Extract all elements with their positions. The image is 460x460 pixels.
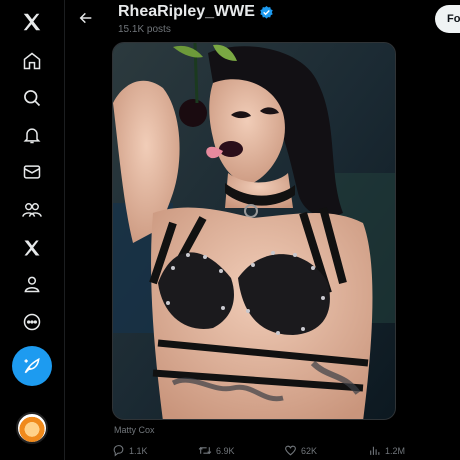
reply-count: 1.1K <box>129 445 148 456</box>
app-window: RheaRipley_WWE 15.1K posts Follow <box>0 0 460 460</box>
verified-badge-icon <box>260 5 273 19</box>
profile-header: RheaRipley_WWE 15.1K posts Follow <box>64 0 460 40</box>
reply-button[interactable]: 1.1K <box>112 444 148 457</box>
views-count: 1.2M <box>385 445 406 456</box>
post-photo[interactable] <box>112 42 396 420</box>
like-count: 62K <box>301 445 318 456</box>
premium-x-icon[interactable] <box>14 230 50 266</box>
sidebar-nav <box>0 0 65 460</box>
heart-icon <box>285 445 296 456</box>
search-icon[interactable] <box>14 80 50 116</box>
notifications-bell-icon[interactable] <box>14 117 50 153</box>
views-bar-chart-icon <box>370 446 380 455</box>
follow-button[interactable]: Follow <box>435 5 460 33</box>
compose-button[interactable] <box>12 346 52 386</box>
communities-icon[interactable] <box>14 192 50 228</box>
views-button[interactable]: 1.2M <box>368 444 405 457</box>
posts-count: 15.1K posts <box>118 24 171 35</box>
repost-count: 6.9K <box>216 445 235 456</box>
like-button[interactable]: 62K <box>284 444 317 457</box>
repost-button[interactable]: 6.9K <box>198 444 235 457</box>
home-icon[interactable] <box>14 43 50 79</box>
reply-icon <box>113 445 124 457</box>
repost-icon <box>198 447 212 454</box>
more-circle-icon[interactable] <box>14 304 50 340</box>
photo-credit: Matty Cox <box>114 425 155 435</box>
back-arrow-icon[interactable] <box>74 6 98 30</box>
x-logo-icon[interactable] <box>14 4 50 40</box>
display-name-row: RheaRipley_WWE <box>118 3 274 21</box>
compose-feather-icon <box>24 357 40 374</box>
profile-icon[interactable] <box>14 266 50 302</box>
display-name: RheaRipley_WWE <box>118 3 255 20</box>
messages-envelope-icon[interactable] <box>14 154 50 190</box>
post-photo-image <box>113 43 395 419</box>
post-actions-bar: 1.1K 6.9K 62K 1.2M <box>112 444 412 460</box>
account-avatar[interactable] <box>16 412 48 444</box>
